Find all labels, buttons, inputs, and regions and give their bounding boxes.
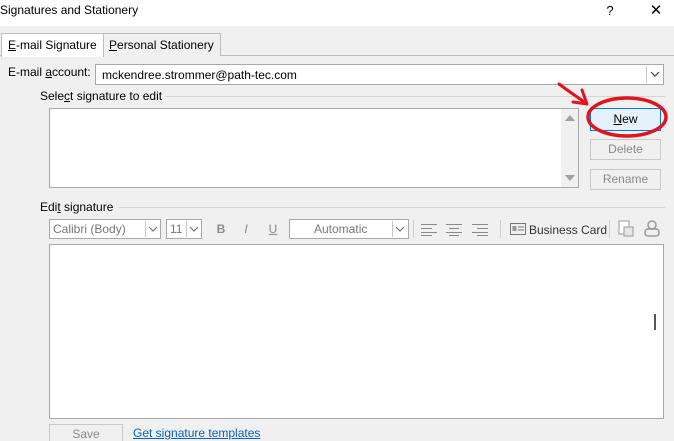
- signature-editor[interactable]: [49, 244, 664, 419]
- label-part: E-mail: [8, 65, 46, 79]
- business-card-label: Business Card: [529, 223, 608, 237]
- group-divider: [118, 207, 665, 208]
- button-label: ew: [622, 112, 638, 126]
- tab-label-accel: E: [8, 38, 17, 52]
- align-left-icon[interactable]: [421, 224, 437, 236]
- chevron-down-icon[interactable]: [186, 221, 200, 237]
- tab-label-accel: P: [109, 38, 118, 52]
- font-size-dropdown[interactable]: 11: [166, 219, 202, 239]
- scroll-down-icon[interactable]: [565, 175, 575, 181]
- toolbar-separator: [609, 220, 610, 238]
- new-button[interactable]: New: [590, 108, 661, 131]
- tab-email-signature[interactable]: E-mail Signature: [1, 33, 104, 57]
- rename-button[interactable]: Rename: [590, 169, 661, 190]
- business-card-icon: [510, 223, 526, 235]
- italic-button[interactable]: I: [237, 220, 255, 238]
- chevron-down-icon[interactable]: [392, 221, 407, 237]
- tab-label: ersonal Stationery: [117, 38, 214, 52]
- label-part: Sele: [40, 89, 65, 103]
- font-color-value: Automatic: [314, 222, 368, 236]
- chevron-down-icon[interactable]: [646, 66, 662, 83]
- editor-scrollbar-thumb[interactable]: [654, 314, 656, 330]
- label-part: signature: [60, 200, 114, 214]
- edit-signature-label: Edit signature: [40, 200, 113, 214]
- underline-button[interactable]: U: [264, 220, 282, 238]
- font-value: Calibri (Body): [53, 222, 126, 236]
- font-size-value: 11: [170, 222, 183, 236]
- scroll-up-icon[interactable]: [565, 115, 575, 121]
- font-color-dropdown[interactable]: Automatic: [289, 219, 409, 239]
- tab-label: -mail Signature: [16, 38, 97, 52]
- chevron-down-icon[interactable]: [145, 221, 159, 237]
- signature-list[interactable]: [49, 108, 579, 188]
- align-center-icon[interactable]: [446, 224, 462, 236]
- email-account-label: E-mail account:: [8, 65, 91, 79]
- help-button[interactable]: ?: [600, 0, 620, 22]
- font-dropdown[interactable]: Calibri (Body): [49, 219, 161, 239]
- label-part: t signature to edit: [70, 89, 163, 103]
- get-signature-templates-link[interactable]: Get signature templates: [133, 426, 260, 440]
- toolbar-separator: [500, 220, 501, 238]
- title-bar: Signatures and Stationery ? ✕: [0, 0, 674, 26]
- button-accel: N: [613, 112, 623, 126]
- insert-hyperlink-icon[interactable]: [643, 220, 661, 238]
- label-part: ccount:: [52, 65, 91, 79]
- insert-picture-icon[interactable]: [617, 220, 635, 238]
- window-title: Signatures and Stationery: [0, 3, 139, 17]
- tab-personal-stationery[interactable]: Personal Stationery: [102, 33, 221, 56]
- group-divider: [166, 96, 665, 97]
- email-account-value: mckendree.strommer@path-tec.com: [102, 68, 297, 82]
- toolbar-separator: [413, 220, 414, 238]
- save-button[interactable]: Save: [49, 424, 123, 441]
- select-signature-label: Select signature to edit: [40, 89, 162, 103]
- align-right-icon[interactable]: [472, 224, 488, 236]
- label-part: Edi: [40, 200, 58, 214]
- close-button[interactable]: ✕: [644, 0, 668, 22]
- signature-list-scrollbar[interactable]: [561, 109, 578, 187]
- email-account-dropdown[interactable]: mckendree.strommer@path-tec.com: [95, 64, 664, 85]
- delete-button[interactable]: Delete: [590, 139, 661, 160]
- bold-button[interactable]: B: [212, 220, 230, 238]
